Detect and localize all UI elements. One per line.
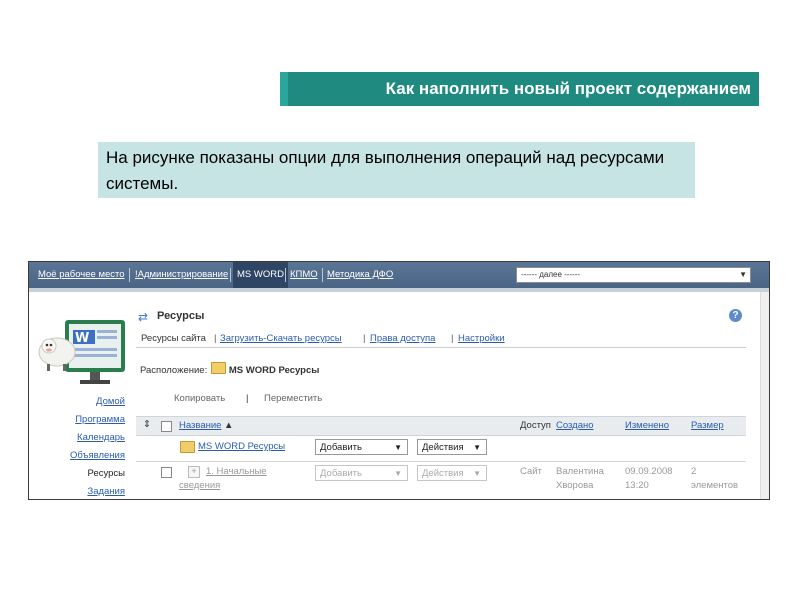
column-access: Доступ — [520, 420, 551, 431]
nav-separator — [322, 268, 323, 282]
nav-separator — [285, 268, 286, 282]
actions-bar: Копировать | Переместить — [136, 389, 746, 409]
nav-separator — [230, 268, 231, 282]
actions-dropdown-label: Действия — [422, 442, 464, 453]
nav-kpmo[interactable]: КПМО — [290, 262, 318, 288]
add-dropdown[interactable]: Добавить ▼ — [315, 465, 408, 481]
top-navigation: Моё рабочее место !Администрирование MS … — [29, 262, 769, 288]
sidebar-item-program[interactable]: Программа — [75, 414, 125, 425]
tab-separator: | — [214, 333, 217, 344]
refresh-icon[interactable]: ⇄ — [138, 310, 148, 324]
folder-icon — [180, 441, 195, 453]
copy-button[interactable]: Копировать — [174, 393, 225, 404]
nav-my-workspace[interactable]: Моё рабочее место — [38, 262, 125, 288]
resources-header: ⇄ Ресурсы ? — [136, 307, 746, 327]
resource-name-link-line2[interactable]: сведения — [179, 480, 220, 491]
tab-separator: | — [363, 333, 366, 344]
select-all-checkbox[interactable] — [161, 421, 172, 432]
add-dropdown[interactable]: Добавить ▼ — [315, 439, 408, 455]
location-breadcrumb: Расположение: MS WORD Ресурсы — [140, 362, 319, 376]
tab-upload-download[interactable]: Загрузить-Скачать ресурсы — [220, 333, 342, 344]
column-created[interactable]: Создано — [556, 420, 594, 431]
chevron-down-icon: ▼ — [473, 469, 481, 478]
slide-title: Как наполнить новый проект содержанием — [385, 79, 751, 98]
sidebar-item-home[interactable]: Домой — [96, 396, 125, 407]
column-name[interactable]: Название — [179, 420, 221, 431]
table-header: ⇕ Название ▲ Доступ Создано Изменено Раз… — [136, 416, 746, 436]
nav-methodology-dfo[interactable]: Методика ДФО — [327, 262, 393, 288]
resources-tabs: Ресурсы сайта | Загрузить-Скачать ресурс… — [136, 331, 746, 348]
slide-description: На рисунке показаны опции для выполнения… — [98, 142, 695, 198]
move-button[interactable]: Переместить — [264, 393, 322, 404]
help-icon[interactable]: ? — [729, 309, 742, 322]
slide-title-bar: Как наполнить новый проект содержанием — [280, 72, 759, 106]
modified-date: 09.09.2008 — [625, 466, 673, 477]
row-checkbox[interactable] — [161, 467, 172, 478]
nav-separator — [129, 268, 130, 282]
resource-name-link[interactable]: 1. Начальные — [206, 466, 267, 477]
access-value: Сайт — [520, 466, 542, 477]
sidebar-item-resources[interactable]: Ресурсы — [88, 468, 125, 479]
tab-settings[interactable]: Настройки — [458, 333, 505, 344]
actions-dropdown[interactable]: Действия ▼ — [417, 465, 487, 481]
folder-icon — [210, 362, 226, 374]
actions-dropdown-label: Действия — [422, 468, 464, 479]
site-select[interactable]: ------ далее ------ ▼ — [516, 267, 751, 283]
table-row: MS WORD Ресурсы Добавить ▼ Действия ▼ — [136, 437, 746, 462]
chevron-down-icon: ▼ — [739, 270, 747, 279]
size-count: 2 — [691, 466, 697, 477]
sidebar-item-announcements[interactable]: Объявления — [70, 450, 125, 461]
sort-toggle-icon[interactable]: ⇕ — [143, 419, 151, 430]
nav-administration[interactable]: !Администрирование — [135, 262, 228, 288]
ms-word-sheep-logo-icon: W — [38, 320, 125, 384]
size-unit: элементов — [691, 480, 739, 491]
add-dropdown-label: Добавить — [320, 442, 362, 453]
sidebar-item-calendar[interactable]: Календарь — [77, 432, 125, 443]
location-label: Расположение: — [140, 365, 208, 376]
add-dropdown-label: Добавить — [320, 468, 362, 479]
site-select-value: ------ далее ------ — [521, 270, 581, 279]
location-value: MS WORD Ресурсы — [228, 365, 320, 376]
scrollbar[interactable] — [760, 292, 769, 499]
sidebar-item-tasks[interactable]: Задания — [87, 486, 125, 497]
column-modified[interactable]: Изменено — [625, 420, 669, 431]
actions-dropdown[interactable]: Действия ▼ — [417, 439, 487, 455]
tab-separator: | — [451, 333, 454, 344]
column-size[interactable]: Размер — [691, 420, 724, 431]
tab-access-rights[interactable]: Права доступа — [370, 333, 435, 344]
table-row: + 1. Начальные сведения Добавить ▼ Действ… — [136, 463, 746, 499]
nav-ms-word[interactable]: MS WORD — [233, 262, 288, 288]
svg-text:W: W — [75, 331, 89, 346]
tab-site-resources[interactable]: Ресурсы сайта — [141, 333, 206, 344]
expand-plus-icon[interactable]: + — [188, 466, 200, 478]
resources-panel: ⇄ Ресурсы ? Ресурсы сайта | Загрузить-Ск… — [136, 292, 746, 499]
sidebar: W Домой Программа Календарь Объявления Р… — [29, 292, 129, 499]
resources-title: Ресурсы — [157, 310, 205, 322]
embedded-screenshot: Моё рабочее место !Администрирование MS … — [28, 261, 770, 500]
chevron-down-icon: ▼ — [473, 443, 481, 452]
chevron-down-icon: ▼ — [394, 469, 402, 478]
chevron-down-icon: ▼ — [394, 443, 402, 452]
author-line1: Валентина — [556, 466, 604, 477]
resource-name-link[interactable]: MS WORD Ресурсы — [198, 441, 285, 452]
title-accent-stripe — [280, 72, 288, 106]
sort-asc-icon: ▲ — [224, 420, 234, 431]
author-line2: Хворова — [556, 480, 594, 491]
actions-separator: | — [246, 393, 249, 404]
modified-time: 13:20 — [625, 480, 649, 491]
